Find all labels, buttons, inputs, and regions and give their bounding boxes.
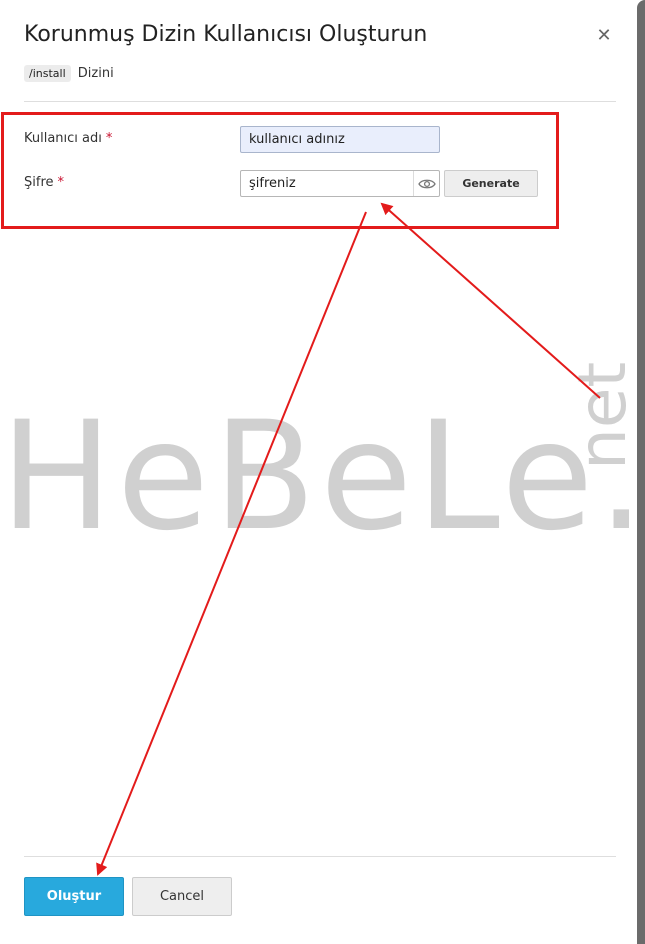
required-marker: *: [105, 131, 113, 146]
password-label: Şifre *: [24, 175, 64, 190]
directory-suffix: Dizini: [77, 66, 114, 81]
header-divider: [24, 101, 616, 102]
watermark-text: HeBeLe: [0, 390, 598, 564]
username-input[interactable]: [240, 126, 440, 153]
password-label-text: Şifre: [24, 175, 54, 190]
username-label: Kullanıcı adı *: [24, 131, 112, 146]
watermark-brand: HeBeLe.: [0, 402, 645, 552]
create-user-dialog: Korunmuş Dizin Kullanıcısı Oluşturun ✕ /…: [0, 0, 645, 944]
directory-subtitle: /install Dizini: [24, 65, 114, 82]
password-input[interactable]: [240, 170, 440, 197]
dialog-title: Korunmuş Dizin Kullanıcısı Oluşturun: [24, 22, 428, 47]
generate-password-button[interactable]: Generate: [444, 170, 538, 197]
username-label-text: Kullanıcı adı: [24, 131, 102, 146]
required-marker: *: [57, 175, 65, 190]
directory-path-badge: /install: [24, 65, 71, 82]
close-icon[interactable]: ✕: [592, 24, 616, 48]
submit-button[interactable]: Oluştur: [24, 877, 124, 916]
cancel-button[interactable]: Cancel: [132, 877, 232, 916]
eye-icon[interactable]: [413, 171, 440, 196]
footer-divider: [24, 856, 616, 857]
watermark-tld: net: [564, 361, 641, 470]
